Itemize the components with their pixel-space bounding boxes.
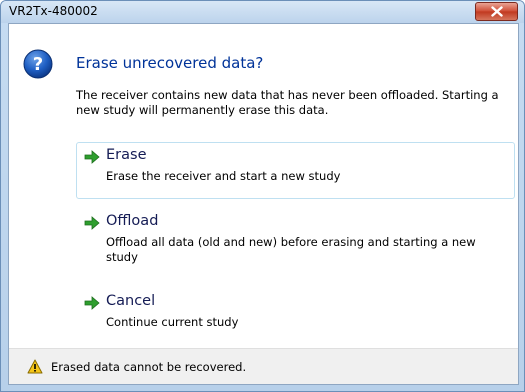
cancel-command-title: Cancel (106, 293, 156, 309)
offload-command-button[interactable]: Offload Offload all data (old and new) b… (76, 208, 515, 283)
title-bar[interactable]: VR2Tx-480002 (1, 1, 524, 23)
dialog-description: The receiver contains new data that has … (76, 88, 499, 117)
green-arrow-icon (84, 150, 100, 164)
offload-command-description: Offload all data (old and new) before er… (106, 235, 476, 264)
dialog-content: ? Erase unrecovered data? The receiver c… (8, 23, 519, 385)
close-button[interactable] (475, 2, 518, 21)
erase-command-description: Erase the receiver and start a new study (106, 169, 341, 183)
dialog-window: VR2Tx-480002 ? Erase unrecovered data? T… (0, 0, 525, 392)
green-arrow-icon (84, 296, 100, 310)
window-title: VR2Tx-480002 (9, 4, 98, 18)
cancel-command-description: Continue current study (106, 315, 239, 329)
close-icon (490, 6, 503, 17)
question-icon: ? (23, 49, 53, 79)
green-arrow-icon (84, 216, 100, 230)
dialog-heading: Erase unrecovered data? (76, 54, 264, 72)
cancel-command-button[interactable]: Cancel Continue current study (76, 288, 515, 348)
footer-area: Erased data cannot be recovered. (9, 348, 518, 384)
offload-command-title: Offload (106, 213, 159, 229)
warning-icon (27, 359, 43, 374)
footer-warning-text: Erased data cannot be recovered. (51, 360, 247, 374)
erase-command-button[interactable]: Erase Erase the receiver and start a new… (76, 142, 515, 199)
svg-text:?: ? (33, 54, 43, 75)
erase-command-title: Erase (106, 147, 147, 163)
